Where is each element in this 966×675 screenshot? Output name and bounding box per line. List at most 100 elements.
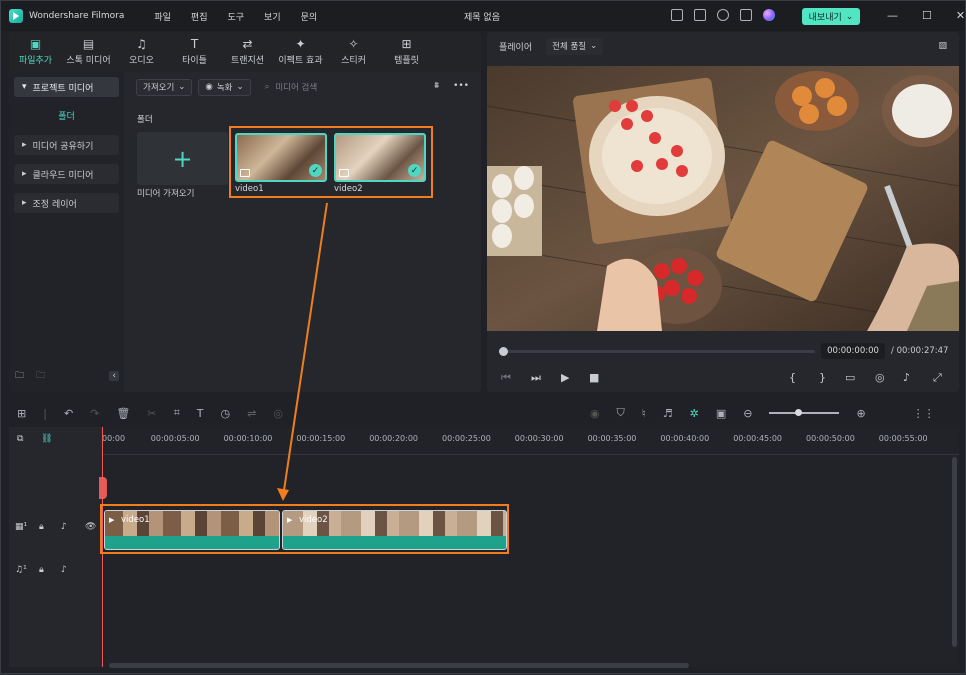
media-sidebar: ▾ 프로젝트 미디어 폴더 ▸ 미디어 공유하기 ▸ 클라우드 미디어 ▸ 조정 레이어… <box>9 72 124 392</box>
tab-audio[interactable]: ♫ 오디오 <box>115 32 168 72</box>
mark-in-icon[interactable]: { <box>789 371 796 384</box>
track-volume-icon[interactable]: ♪ <box>61 565 67 575</box>
caret-down-icon: ▾ <box>22 82 27 92</box>
menu-view[interactable]: 보기 <box>264 10 281 23</box>
sidebar-item-cloud-media[interactable]: ▸ 클라우드 미디어 <box>14 164 119 184</box>
delete-icon[interactable]: 🗑 <box>116 407 130 420</box>
display-icon[interactable]: ▭ <box>845 371 855 384</box>
quality-dropdown[interactable]: 전체 품질 ⌄ <box>546 37 604 55</box>
minimize-icon[interactable]: — <box>887 9 898 22</box>
lock-icon[interactable]: 🔒︎ <box>39 565 44 575</box>
ruler-tick-label: 00:00:55:00 <box>878 434 928 443</box>
adjust-icon[interactable]: ⇌ <box>247 407 256 420</box>
link-icon[interactable]: ⛓ <box>41 434 52 444</box>
volume-icon[interactable]: ♪ <box>903 371 910 384</box>
app-window: Wondershare Filmora 파일 편집 도구 보기 문의 제목 없음… <box>0 0 966 674</box>
tab-titles[interactable]: T 타이틀 <box>168 32 221 72</box>
step-forward-icon[interactable]: ⏭ <box>531 371 541 385</box>
export-button[interactable]: 내보내기 ⌄ <box>802 8 860 25</box>
playback-scrubber[interactable] <box>499 347 815 356</box>
tab-stickers[interactable]: ✧ 스티커 <box>327 32 380 72</box>
ruler-tick-label: 00:00:05:00 <box>150 434 200 443</box>
redo-icon[interactable]: ↷ <box>90 407 99 420</box>
ai-orb-icon[interactable] <box>763 9 775 21</box>
crop-icon[interactable]: ⌗ <box>174 406 180 420</box>
layout-grid-icon[interactable]: ⊞ <box>17 407 26 420</box>
close-icon[interactable]: ✕ <box>956 9 965 22</box>
timeline-clip-video2[interactable]: video2 ▶ <box>282 510 507 550</box>
menu-file[interactable]: 파일 <box>154 10 171 23</box>
maximize-icon[interactable]: ☐ <box>922 9 932 22</box>
snapshot-view-icon[interactable]: ▨ <box>938 41 947 51</box>
pip-icon[interactable]: ▣ <box>716 407 726 420</box>
save-icon[interactable] <box>694 9 706 21</box>
cloud-icon[interactable] <box>717 9 729 21</box>
vertical-scrollbar[interactable] <box>952 457 957 647</box>
scrubber-handle[interactable] <box>499 347 508 356</box>
layout-icon[interactable] <box>671 9 683 21</box>
sidebar-item-adjustment-layer[interactable]: ▸ 조정 레이어 <box>14 193 119 213</box>
stop-icon[interactable]: ■ <box>589 371 599 384</box>
zoom-slider[interactable] <box>769 409 840 416</box>
media-clip-video1[interactable]: ✓ <box>235 133 327 182</box>
horizontal-scrollbar[interactable] <box>109 663 689 668</box>
media-search[interactable]: ⌕ 미디어 검색 <box>265 81 318 93</box>
dropdown-label: 전체 품질 <box>552 42 587 52</box>
menu-tools[interactable]: 도구 <box>227 10 244 23</box>
ruler-tick-label: 00:00:35:00 <box>587 434 637 443</box>
lock-icon[interactable]: 🔒︎ <box>39 522 44 532</box>
eye-icon[interactable]: 👁︎ <box>85 522 96 532</box>
tab-transitions[interactable]: ⇄ 트랜지션 <box>221 32 274 72</box>
zoom-out-icon[interactable]: ⊖ <box>743 407 752 420</box>
media-clip-video2[interactable]: ✓ <box>334 133 426 182</box>
play-icon[interactable]: ▶ <box>561 371 569 384</box>
record-dropdown[interactable]: ◉ 녹화 ⌄ <box>198 78 251 96</box>
clip-label: video1 <box>235 184 264 194</box>
tab-label: 스티커 <box>341 56 366 66</box>
color-icon[interactable]: ◎ <box>273 407 283 420</box>
add-track-icon[interactable]: ⧉ <box>17 434 23 444</box>
new-folder-icon[interactable]: 🗀 <box>15 368 24 384</box>
import-dropdown[interactable]: 가져오기 ⌄ <box>136 78 193 96</box>
render-icon[interactable]: ◉ <box>590 407 600 420</box>
download-icon[interactable] <box>740 9 752 21</box>
playhead-marker[interactable] <box>99 477 107 499</box>
tab-templates[interactable]: ⊞ 템플릿 <box>380 32 433 72</box>
prev-frame-icon[interactable]: ⏮ <box>501 371 511 385</box>
tab-label: 스톡 미디어 <box>66 56 111 66</box>
fullscreen-icon[interactable]: ⤢ <box>933 371 942 385</box>
mark-out-icon[interactable]: } <box>819 371 826 384</box>
filter-icon[interactable]: ⩩ <box>434 81 439 91</box>
tab-media[interactable]: ▣ 파일추가 <box>9 32 62 72</box>
track-headers: ⧉ ⛓ ▦¹ 🔒︎ ♪ 👁︎ ♫¹ 🔒︎ ♪ <box>9 427 102 667</box>
collapse-sidebar-icon[interactable]: ‹ <box>109 371 119 381</box>
chevron-down-icon: ⌄ <box>236 82 244 92</box>
import-media-button[interactable]: + <box>137 132 228 185</box>
tab-effects[interactable]: ✦ 이펙트 효과 <box>274 32 327 72</box>
zoom-in-icon[interactable]: ⊕ <box>856 407 865 420</box>
ai-cut-icon[interactable]: ✲ <box>690 407 699 420</box>
timeline-clip-video1[interactable]: video1 ▶ <box>104 510 280 550</box>
speed-icon[interactable]: ◷ <box>221 407 231 420</box>
video-preview <box>487 66 959 331</box>
undo-icon[interactable]: ↶ <box>64 407 73 420</box>
cut-icon[interactable]: ✂ <box>147 407 156 420</box>
menu-edit[interactable]: 편집 <box>191 10 208 23</box>
camera-icon[interactable]: ◎ <box>875 371 885 384</box>
more-icon[interactable]: ••• <box>453 81 469 91</box>
text-icon[interactable]: T <box>197 407 204 420</box>
audio-track-icon[interactable]: ♬ <box>663 407 673 420</box>
tab-stock-media[interactable]: ▤ 스톡 미디어 <box>62 32 115 72</box>
marker-icon[interactable]: ⛉ <box>617 406 625 420</box>
menu-help[interactable]: 문의 <box>301 10 318 23</box>
sidebar-item-project-media[interactable]: ▾ 프로젝트 미디어 <box>14 77 119 97</box>
time-ruler[interactable]: 00:00 00:00:05:00 00:00:10:00 00:00:15:00 00… <box>102 427 959 455</box>
dropdown-label: 가져오기 <box>143 83 175 93</box>
track-volume-icon[interactable]: ♪ <box>61 522 67 532</box>
sidebar-folder[interactable]: 폴더 <box>9 109 124 122</box>
mic-icon[interactable]: ♮ <box>642 407 646 420</box>
sidebar-item-shared-media[interactable]: ▸ 미디어 공유하기 <box>14 135 119 155</box>
folder-icon[interactable]: 🗀 <box>36 368 45 384</box>
track-settings-icon[interactable]: ⋮⋮ <box>913 407 935 420</box>
zoom-handle[interactable] <box>795 409 803 416</box>
